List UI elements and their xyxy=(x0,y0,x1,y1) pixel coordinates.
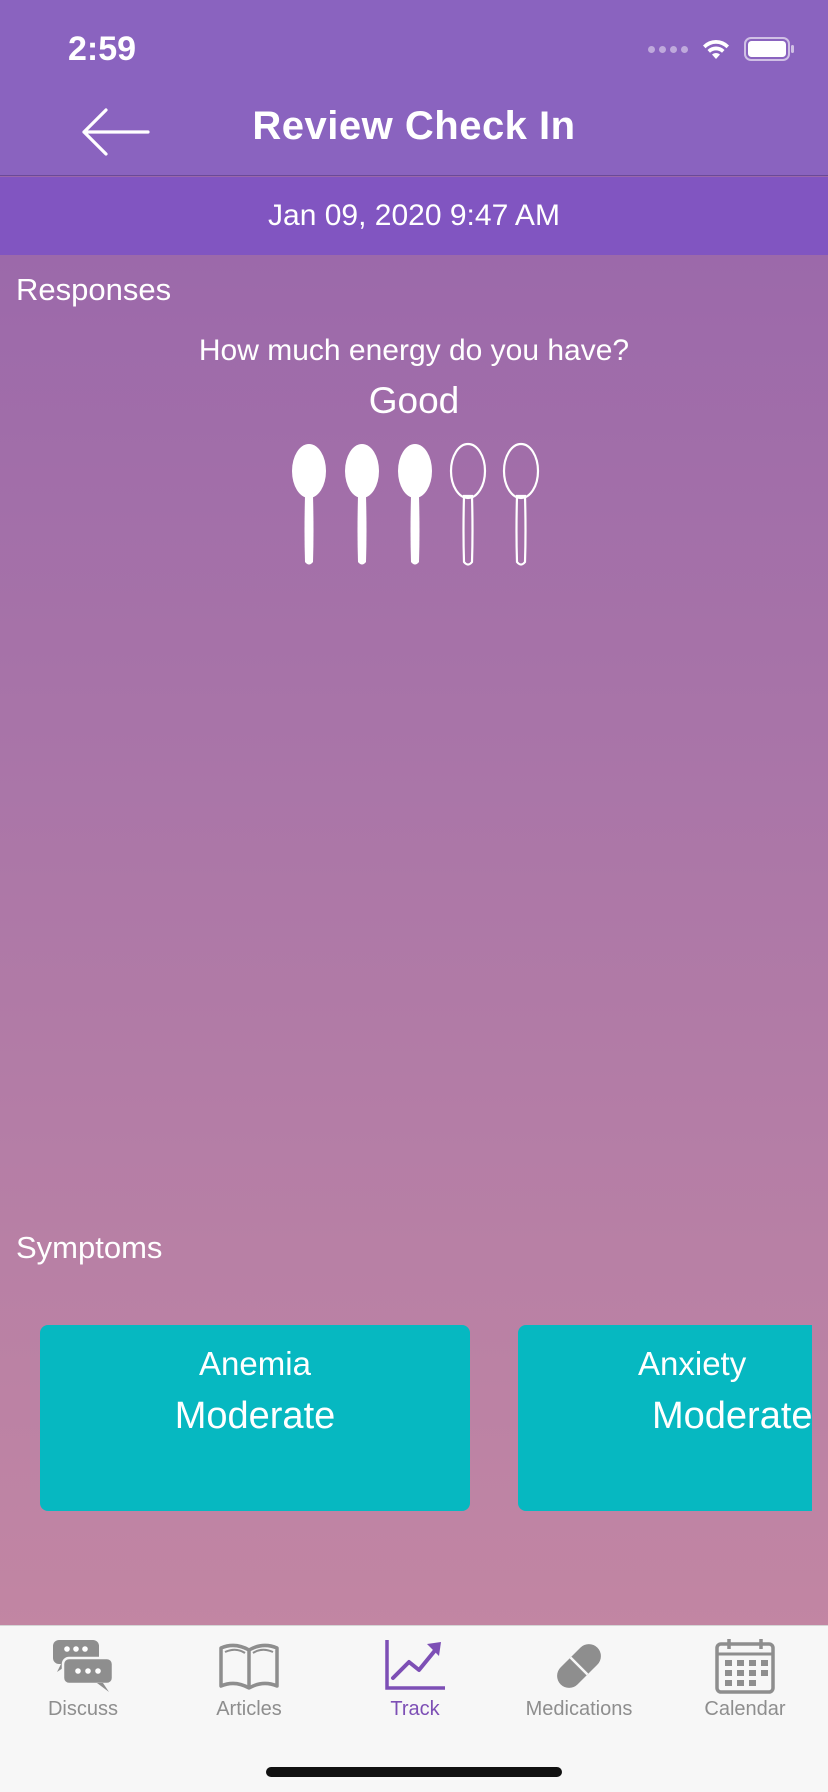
symptom-card-anemia[interactable]: Anemia Moderate xyxy=(40,1325,470,1511)
calendar-icon xyxy=(715,1639,775,1694)
energy-spoon-rating xyxy=(290,442,540,568)
tab-label: Track xyxy=(390,1698,440,1720)
battery-icon xyxy=(744,37,794,61)
symptom-card-anxiety[interactable]: Anxiety Moderate xyxy=(518,1325,812,1511)
symptom-name: Anemia xyxy=(199,1345,311,1382)
tab-calendar[interactable]: Calendar xyxy=(662,1626,828,1736)
spoon-empty-icon xyxy=(449,442,487,566)
tab-label: Medications xyxy=(525,1698,633,1720)
tab-label: Discuss xyxy=(47,1698,118,1720)
tab-track[interactable]: Track xyxy=(332,1626,498,1736)
energy-question: How much energy do you have? xyxy=(198,334,630,367)
bottom-tab-bar: Discuss Articles Track Medications Calen… xyxy=(0,1625,828,1792)
energy-answer: Good xyxy=(368,380,460,421)
spoon-filled-icon xyxy=(398,444,432,565)
tab-medications[interactable]: Medications xyxy=(496,1626,662,1736)
wifi-icon xyxy=(703,39,729,59)
spoon-filled-icon xyxy=(292,444,326,565)
open-book-icon xyxy=(219,1643,279,1690)
spoon-empty-icon xyxy=(502,442,540,566)
checkin-date: Jan 09, 2020 9:47 AM xyxy=(0,177,828,255)
app-header: 2:59 Review Check In xyxy=(0,0,828,176)
home-indicator xyxy=(266,1767,562,1777)
spoon-filled-icon xyxy=(345,444,379,565)
tab-label: Articles xyxy=(216,1698,282,1720)
responses-section-label: Responses xyxy=(16,272,172,307)
tab-label: Calendar xyxy=(704,1698,786,1720)
pill-icon xyxy=(557,1644,601,1688)
page-title: Review Check In xyxy=(252,104,576,148)
status-icons xyxy=(648,34,796,64)
symptom-severity: Moderate xyxy=(652,1395,812,1437)
symptom-severity: Moderate xyxy=(174,1395,336,1437)
symptom-name: Anxiety xyxy=(638,1345,747,1382)
tab-articles[interactable]: Articles xyxy=(166,1626,332,1736)
tab-discuss[interactable]: Discuss xyxy=(0,1626,166,1736)
cellular-signal-icon xyxy=(648,45,688,53)
trend-chart-icon xyxy=(385,1640,445,1690)
status-time: 2:59 xyxy=(68,30,137,68)
chat-bubbles-icon xyxy=(53,1640,115,1692)
symptoms-section-label: Symptoms xyxy=(16,1230,163,1265)
